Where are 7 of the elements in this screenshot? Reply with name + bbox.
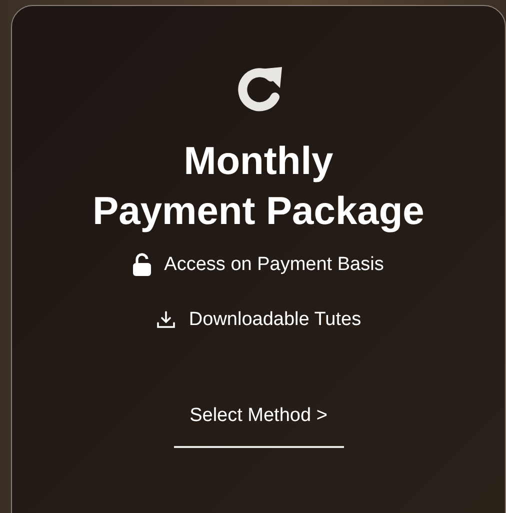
select-method-link[interactable]: Select Method > xyxy=(174,402,344,448)
download-icon xyxy=(156,310,176,330)
card-title: Payment Package xyxy=(92,189,424,235)
feature-label: Downloadable Tutes xyxy=(188,308,362,332)
unlocked-lock-icon xyxy=(133,253,152,278)
feature-label: Access on Payment Basis xyxy=(164,253,384,277)
card-title: Monthly xyxy=(184,139,334,185)
